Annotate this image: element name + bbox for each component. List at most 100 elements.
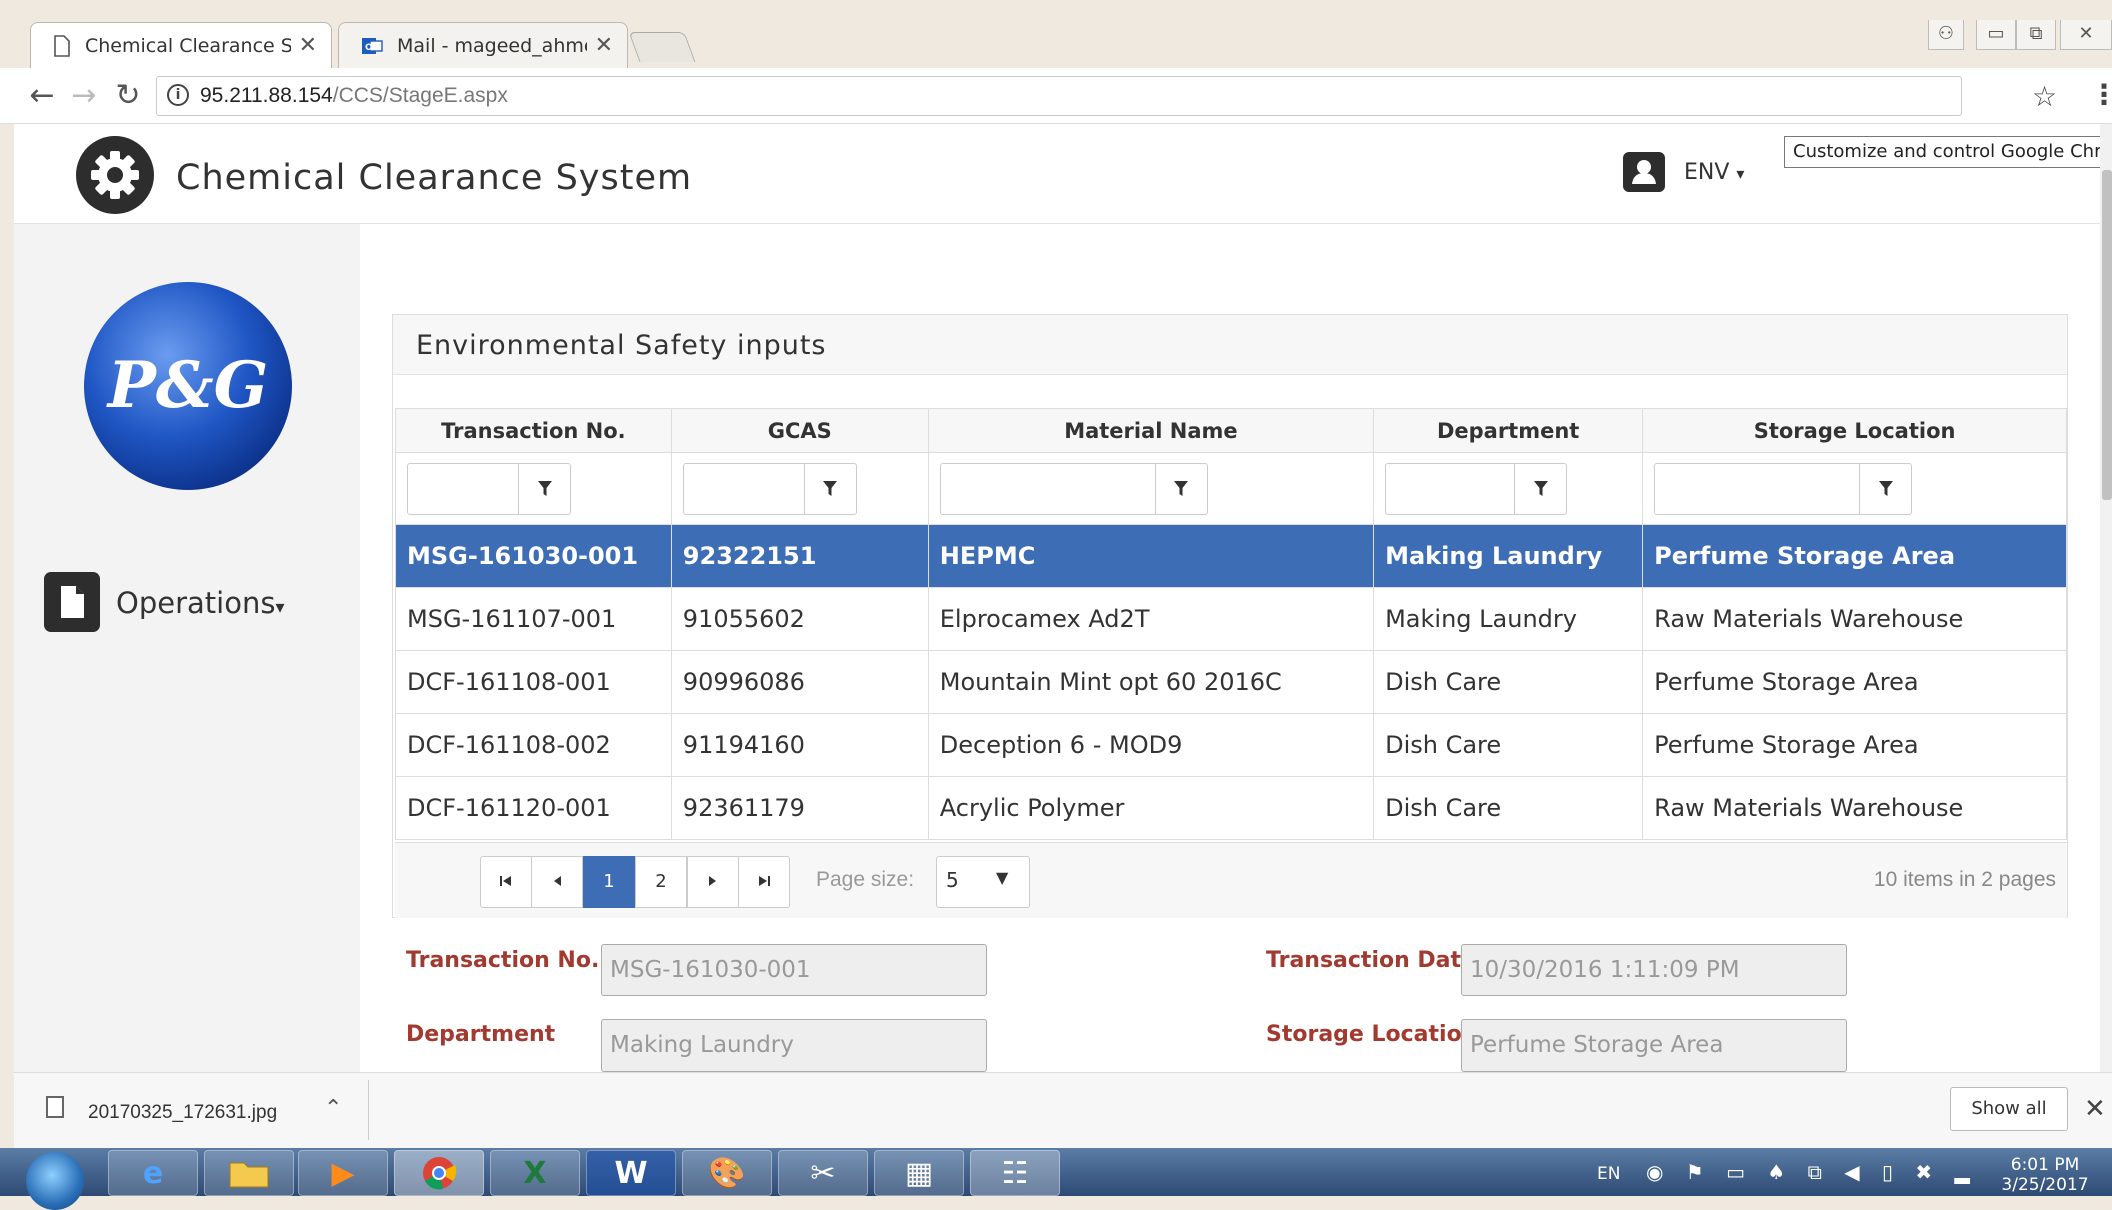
table-row[interactable]: DCF-161120-001 92361179 Acrylic Polymer Dis… — [395, 776, 2067, 840]
table-cell: Dish Care — [1373, 713, 1644, 777]
page-2-button[interactable]: 2 — [635, 856, 687, 908]
forward-icon[interactable]: → — [64, 78, 104, 113]
tooltip: Customize and control Google Chrome — [1784, 136, 2112, 168]
explorer-folder-icon[interactable] — [204, 1150, 294, 1196]
table-row[interactable]: DCF-161108-002 91194160 Deception 6 - MOD9… — [395, 713, 2067, 777]
filter-icon[interactable] — [518, 463, 570, 514]
window-close-icon[interactable]: ✕ — [2060, 20, 2112, 50]
table-cell: Making Laundry — [1373, 524, 1644, 588]
pager-info: 10 items in 2 pages — [1873, 868, 2056, 891]
media-player-icon[interactable]: ▶ — [298, 1150, 388, 1196]
page-size-value[interactable]: 5 — [946, 868, 959, 892]
column-header[interactable]: Department — [1373, 408, 1644, 453]
back-icon[interactable]: ← — [22, 78, 62, 113]
user-icon[interactable] — [1623, 152, 1665, 192]
page-size-label: Page size: — [816, 868, 915, 891]
table-cell: 92322151 — [670, 524, 929, 588]
table-cell: Perfume Storage Area — [1642, 524, 2067, 588]
chrome-icon[interactable] — [394, 1150, 484, 1196]
paint-icon[interactable]: 🎨 — [682, 1150, 772, 1196]
clock[interactable]: 6:01 PM 3/25/2017 — [2000, 1155, 2090, 1195]
scrollbar-thumb[interactable] — [2102, 170, 2112, 500]
file-icon — [61, 586, 84, 618]
filter-icon[interactable] — [1859, 463, 1911, 514]
close-icon[interactable]: ✕ — [299, 33, 317, 58]
system-tray-icons[interactable]: ◉ ⚑ ▭ ♠ ⧉ ◀ ▯ ✖ ▂ — [1646, 1160, 1978, 1184]
filter-input[interactable] — [682, 462, 857, 515]
filter-icon[interactable] — [803, 463, 856, 514]
next-page-button[interactable] — [687, 856, 739, 908]
snipping-tool-icon[interactable]: ✂ — [778, 1150, 868, 1196]
table-cell: Dish Care — [1373, 650, 1644, 714]
svg-text:O: O — [365, 43, 373, 53]
filter-icon[interactable] — [1154, 463, 1207, 514]
user-silhouette-icon — [1632, 160, 1656, 184]
table-cell: 91194160 — [670, 713, 929, 777]
table-cell: MSG-161030-001 — [395, 524, 672, 588]
user-menu[interactable]: ENV ▾ — [1684, 160, 1744, 185]
tab-mail[interactable]: O Mail - mageed_ahmed@ ✕ — [338, 22, 628, 68]
table-row[interactable]: DCF-161108-001 90996086 Mountain Mint opt … — [395, 650, 2067, 714]
photo-viewer-icon[interactable]: ▦ — [874, 1150, 964, 1196]
table-row[interactable]: MSG-161030-001 92322151 HEPMC Making Laundr… — [395, 524, 2067, 588]
new-tab-button[interactable] — [628, 32, 696, 62]
table-cell: 90996086 — [670, 650, 929, 714]
transaction-date-label: Transaction Date — [1266, 948, 1476, 973]
first-page-icon — [500, 876, 511, 886]
dropdown-arrow-icon[interactable]: ▼ — [996, 868, 1008, 887]
pg-logo-text: P&G — [107, 348, 269, 423]
filter-input[interactable] — [1385, 462, 1568, 515]
panel-title: Environmental Safety inputs — [416, 330, 827, 361]
transaction-no-field[interactable]: MSG-161030-001 — [601, 944, 987, 996]
table-cell: HEPMC — [927, 524, 1375, 588]
restore-icon[interactable]: ⧉ — [2016, 20, 2056, 50]
storage-location-field[interactable]: Perfume Storage Area — [1461, 1019, 1847, 1072]
transactions-grid: Transaction No. GCAS Material Name Depar… — [395, 408, 2067, 840]
page-1-button[interactable]: 1 — [583, 856, 635, 908]
column-header[interactable]: Material Name — [927, 408, 1375, 453]
control-panel-icon[interactable]: ☷ — [970, 1150, 1060, 1196]
profile-icon[interactable]: ⚇ — [1928, 20, 1964, 50]
bookmark-star-icon[interactable]: ☆ — [2032, 80, 2057, 113]
page-icon — [54, 34, 70, 57]
tab-title: Mail - mageed_ahmed@ — [397, 34, 587, 57]
prev-page-button[interactable] — [531, 856, 583, 908]
department-field[interactable]: Making Laundry — [601, 1019, 987, 1072]
column-header[interactable]: Storage Location — [1642, 408, 2067, 453]
table-cell: 91055602 — [670, 587, 929, 651]
app-logo[interactable] — [76, 136, 154, 214]
filter-input[interactable] — [407, 462, 571, 515]
chrome-menu-icon[interactable]: ⋮ — [2090, 78, 2112, 111]
table-cell: 92361179 — [670, 776, 929, 840]
language-indicator[interactable]: EN — [1597, 1164, 1620, 1184]
transaction-date-field[interactable]: 10/30/2016 1:11:09 PM — [1461, 944, 1847, 996]
start-button[interactable] — [26, 1152, 84, 1210]
prev-page-icon — [554, 876, 561, 886]
transaction-no-label: Transaction No. — [406, 948, 600, 973]
first-page-button[interactable] — [480, 856, 532, 908]
close-icon[interactable]: ✕ — [2084, 1094, 2106, 1124]
column-header[interactable]: GCAS — [670, 408, 929, 453]
filter-input[interactable] — [1654, 462, 1913, 515]
filter-input[interactable] — [939, 462, 1208, 515]
last-page-button[interactable] — [738, 856, 790, 908]
reload-icon[interactable]: ↻ — [108, 78, 148, 113]
show-all-button[interactable]: Show all — [1950, 1087, 2068, 1131]
column-header[interactable]: Transaction No. — [395, 408, 672, 453]
internet-explorer-icon[interactable]: e — [108, 1150, 198, 1196]
table-row[interactable]: MSG-161107-001 91055602 Elprocamex Ad2T Mak… — [395, 587, 2067, 651]
filter-icon[interactable] — [1514, 463, 1566, 514]
table-cell: Making Laundry — [1373, 587, 1644, 651]
sidebar-item-operations[interactable]: Operations▾ — [116, 586, 284, 620]
minimize-icon[interactable]: ▭ — [1976, 20, 2016, 50]
word-icon[interactable]: W — [586, 1150, 676, 1196]
tab-chemical-clearance[interactable]: Chemical Clearance Syst ✕ — [30, 22, 332, 68]
document-icon[interactable] — [44, 572, 100, 632]
excel-icon[interactable]: X — [490, 1150, 580, 1196]
close-icon[interactable]: ✕ — [595, 33, 613, 58]
table-cell: Perfume Storage Area — [1642, 650, 2067, 714]
url-text[interactable]: 95.211.88.154/CCS/StageE.aspx — [200, 84, 508, 108]
download-item[interactable]: 20170325_172631.jpg — [88, 1102, 277, 1124]
info-icon[interactable]: i — [167, 84, 189, 106]
chevron-up-icon[interactable]: ⌃ — [324, 1096, 342, 1121]
